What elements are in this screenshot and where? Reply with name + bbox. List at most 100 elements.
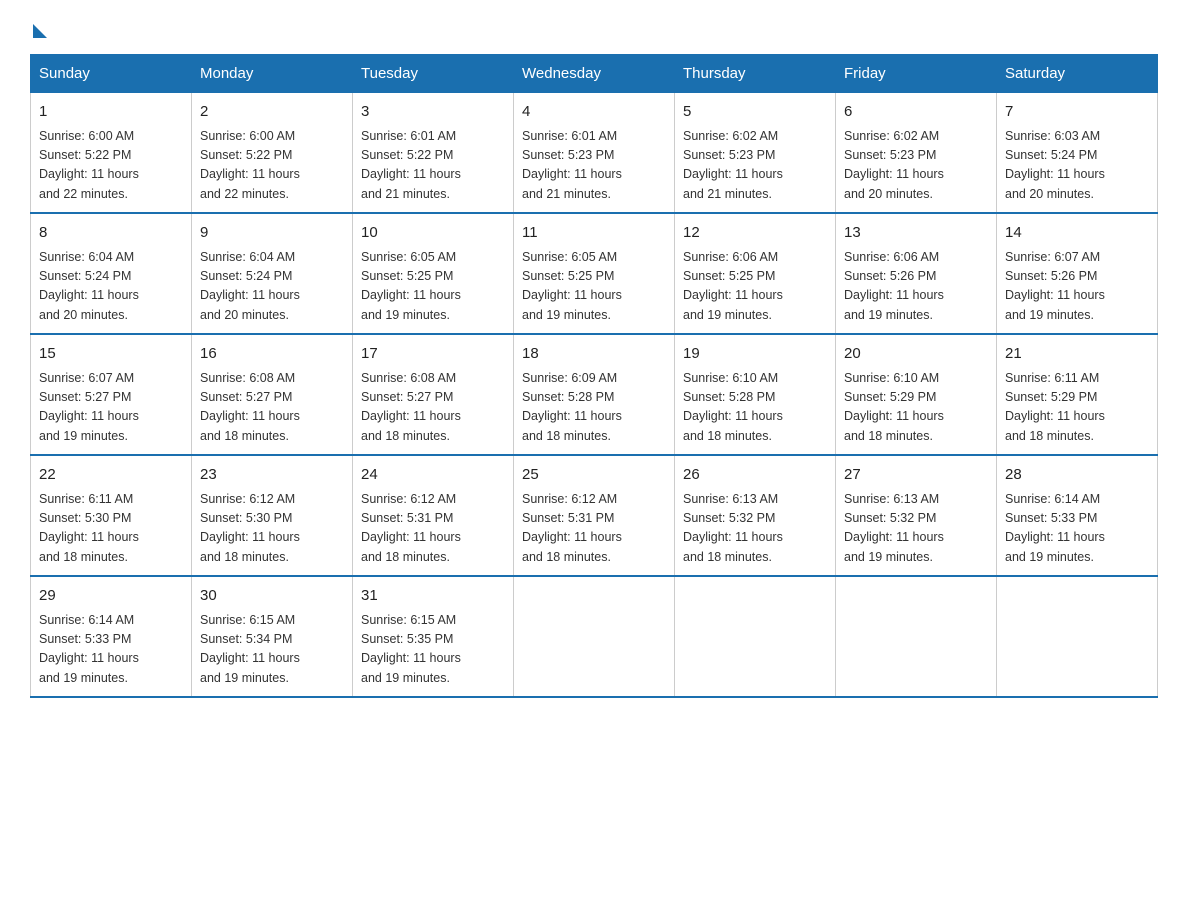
day-number: 3	[361, 101, 505, 124]
day-info: Sunrise: 6:10 AM Sunset: 5:28 PM Dayligh…	[683, 369, 827, 447]
day-info: Sunrise: 6:12 AM Sunset: 5:31 PM Dayligh…	[522, 490, 666, 568]
day-info: Sunrise: 6:09 AM Sunset: 5:28 PM Dayligh…	[522, 369, 666, 447]
calendar-cell: 25 Sunrise: 6:12 AM Sunset: 5:31 PM Dayli…	[514, 455, 675, 576]
calendar-cell	[836, 576, 997, 697]
day-info: Sunrise: 6:02 AM Sunset: 5:23 PM Dayligh…	[844, 127, 988, 205]
calendar-cell: 26 Sunrise: 6:13 AM Sunset: 5:32 PM Dayli…	[675, 455, 836, 576]
calendar-cell: 27 Sunrise: 6:13 AM Sunset: 5:32 PM Dayli…	[836, 455, 997, 576]
day-info: Sunrise: 6:12 AM Sunset: 5:31 PM Dayligh…	[361, 490, 505, 568]
day-number: 27	[844, 464, 988, 487]
calendar-cell: 24Sunrise: 6:12 AM Sunset: 5:31 PM Dayli…	[353, 455, 514, 576]
calendar-week-row: 8 Sunrise: 6:04 AM Sunset: 5:24 PM Daylig…	[31, 213, 1158, 334]
calendar-cell	[514, 576, 675, 697]
calendar-cell: 2 Sunrise: 6:00 AM Sunset: 5:22 PM Daylig…	[192, 93, 353, 214]
calendar-cell: 17 Sunrise: 6:08 AM Sunset: 5:27 PM Dayli…	[353, 334, 514, 455]
day-info: Sunrise: 6:05 AM Sunset: 5:25 PM Dayligh…	[361, 248, 505, 326]
day-number: 20	[844, 343, 988, 366]
day-number: 7	[1005, 101, 1149, 124]
day-number: 2	[200, 101, 344, 124]
day-number: 1	[39, 101, 183, 124]
day-info: Sunrise: 6:07 AM Sunset: 5:27 PM Dayligh…	[39, 369, 183, 447]
day-info: Sunrise: 6:06 AM Sunset: 5:25 PM Dayligh…	[683, 248, 827, 326]
day-info: Sunrise: 6:10 AM Sunset: 5:29 PM Dayligh…	[844, 369, 988, 447]
calendar-cell: 15 Sunrise: 6:07 AM Sunset: 5:27 PM Dayli…	[31, 334, 192, 455]
day-info: Sunrise: 6:00 AM Sunset: 5:22 PM Dayligh…	[200, 127, 344, 205]
day-number: 17	[361, 343, 505, 366]
day-number: 30	[200, 585, 344, 608]
day-number: 19	[683, 343, 827, 366]
calendar-cell: 6 Sunrise: 6:02 AM Sunset: 5:23 PM Daylig…	[836, 93, 997, 214]
calendar-cell: 28Sunrise: 6:14 AM Sunset: 5:33 PM Dayli…	[997, 455, 1158, 576]
day-info: Sunrise: 6:01 AM Sunset: 5:23 PM Dayligh…	[522, 127, 666, 205]
day-info: Sunrise: 6:15 AM Sunset: 5:34 PM Dayligh…	[200, 611, 344, 689]
day-info: Sunrise: 6:08 AM Sunset: 5:27 PM Dayligh…	[361, 369, 505, 447]
calendar-cell	[997, 576, 1158, 697]
calendar-cell: 7 Sunrise: 6:03 AM Sunset: 5:24 PM Daylig…	[997, 93, 1158, 214]
calendar-body: 1 Sunrise: 6:00 AM Sunset: 5:22 PM Daylig…	[31, 93, 1158, 698]
weekday-header-row: SundayMondayTuesdayWednesdayThursdayFrid…	[31, 55, 1158, 93]
day-info: Sunrise: 6:07 AM Sunset: 5:26 PM Dayligh…	[1005, 248, 1149, 326]
day-info: Sunrise: 6:11 AM Sunset: 5:30 PM Dayligh…	[39, 490, 183, 568]
calendar-cell: 14 Sunrise: 6:07 AM Sunset: 5:26 PM Dayli…	[997, 213, 1158, 334]
calendar-cell: 30 Sunrise: 6:15 AM Sunset: 5:34 PM Dayli…	[192, 576, 353, 697]
weekday-header-monday: Monday	[192, 55, 353, 93]
calendar-cell: 4Sunrise: 6:01 AM Sunset: 5:23 PM Daylig…	[514, 93, 675, 214]
calendar-week-row: 22 Sunrise: 6:11 AM Sunset: 5:30 PM Dayli…	[31, 455, 1158, 576]
day-number: 31	[361, 585, 505, 608]
day-number: 5	[683, 101, 827, 124]
calendar-cell: 12Sunrise: 6:06 AM Sunset: 5:25 PM Dayli…	[675, 213, 836, 334]
calendar-cell: 13 Sunrise: 6:06 AM Sunset: 5:26 PM Dayli…	[836, 213, 997, 334]
page-header	[30, 20, 1158, 34]
day-info: Sunrise: 6:13 AM Sunset: 5:32 PM Dayligh…	[683, 490, 827, 568]
day-number: 15	[39, 343, 183, 366]
calendar-cell: 23 Sunrise: 6:12 AM Sunset: 5:30 PM Dayli…	[192, 455, 353, 576]
weekday-header-wednesday: Wednesday	[514, 55, 675, 93]
day-number: 10	[361, 222, 505, 245]
calendar-cell: 21 Sunrise: 6:11 AM Sunset: 5:29 PM Dayli…	[997, 334, 1158, 455]
calendar-cell: 22 Sunrise: 6:11 AM Sunset: 5:30 PM Dayli…	[31, 455, 192, 576]
calendar-table: SundayMondayTuesdayWednesdayThursdayFrid…	[30, 54, 1158, 698]
day-number: 23	[200, 464, 344, 487]
calendar-header: SundayMondayTuesdayWednesdayThursdayFrid…	[31, 55, 1158, 93]
calendar-cell: 10 Sunrise: 6:05 AM Sunset: 5:25 PM Dayli…	[353, 213, 514, 334]
day-number: 6	[844, 101, 988, 124]
calendar-cell: 19 Sunrise: 6:10 AM Sunset: 5:28 PM Dayli…	[675, 334, 836, 455]
day-info: Sunrise: 6:14 AM Sunset: 5:33 PM Dayligh…	[39, 611, 183, 689]
calendar-cell: 16 Sunrise: 6:08 AM Sunset: 5:27 PM Dayli…	[192, 334, 353, 455]
weekday-header-saturday: Saturday	[997, 55, 1158, 93]
day-number: 25	[522, 464, 666, 487]
day-info: Sunrise: 6:12 AM Sunset: 5:30 PM Dayligh…	[200, 490, 344, 568]
day-info: Sunrise: 6:00 AM Sunset: 5:22 PM Dayligh…	[39, 127, 183, 205]
calendar-cell: 9Sunrise: 6:04 AM Sunset: 5:24 PM Daylig…	[192, 213, 353, 334]
day-info: Sunrise: 6:06 AM Sunset: 5:26 PM Dayligh…	[844, 248, 988, 326]
day-number: 13	[844, 222, 988, 245]
day-number: 14	[1005, 222, 1149, 245]
calendar-week-row: 29 Sunrise: 6:14 AM Sunset: 5:33 PM Dayli…	[31, 576, 1158, 697]
calendar-cell	[675, 576, 836, 697]
day-number: 29	[39, 585, 183, 608]
day-info: Sunrise: 6:03 AM Sunset: 5:24 PM Dayligh…	[1005, 127, 1149, 205]
day-info: Sunrise: 6:13 AM Sunset: 5:32 PM Dayligh…	[844, 490, 988, 568]
day-info: Sunrise: 6:04 AM Sunset: 5:24 PM Dayligh…	[39, 248, 183, 326]
day-number: 9	[200, 222, 344, 245]
day-info: Sunrise: 6:08 AM Sunset: 5:27 PM Dayligh…	[200, 369, 344, 447]
calendar-cell: 5 Sunrise: 6:02 AM Sunset: 5:23 PM Daylig…	[675, 93, 836, 214]
day-info: Sunrise: 6:02 AM Sunset: 5:23 PM Dayligh…	[683, 127, 827, 205]
day-number: 21	[1005, 343, 1149, 366]
day-number: 22	[39, 464, 183, 487]
day-number: 26	[683, 464, 827, 487]
logo	[30, 20, 47, 34]
calendar-cell: 20 Sunrise: 6:10 AM Sunset: 5:29 PM Dayli…	[836, 334, 997, 455]
calendar-cell: 11 Sunrise: 6:05 AM Sunset: 5:25 PM Dayli…	[514, 213, 675, 334]
weekday-header-sunday: Sunday	[31, 55, 192, 93]
logo-arrow-icon	[33, 24, 47, 38]
day-number: 8	[39, 222, 183, 245]
calendar-cell: 1 Sunrise: 6:00 AM Sunset: 5:22 PM Daylig…	[31, 93, 192, 214]
day-info: Sunrise: 6:11 AM Sunset: 5:29 PM Dayligh…	[1005, 369, 1149, 447]
day-info: Sunrise: 6:05 AM Sunset: 5:25 PM Dayligh…	[522, 248, 666, 326]
weekday-header-tuesday: Tuesday	[353, 55, 514, 93]
calendar-cell: 18Sunrise: 6:09 AM Sunset: 5:28 PM Dayli…	[514, 334, 675, 455]
day-number: 16	[200, 343, 344, 366]
day-number: 11	[522, 222, 666, 245]
calendar-week-row: 15 Sunrise: 6:07 AM Sunset: 5:27 PM Dayli…	[31, 334, 1158, 455]
